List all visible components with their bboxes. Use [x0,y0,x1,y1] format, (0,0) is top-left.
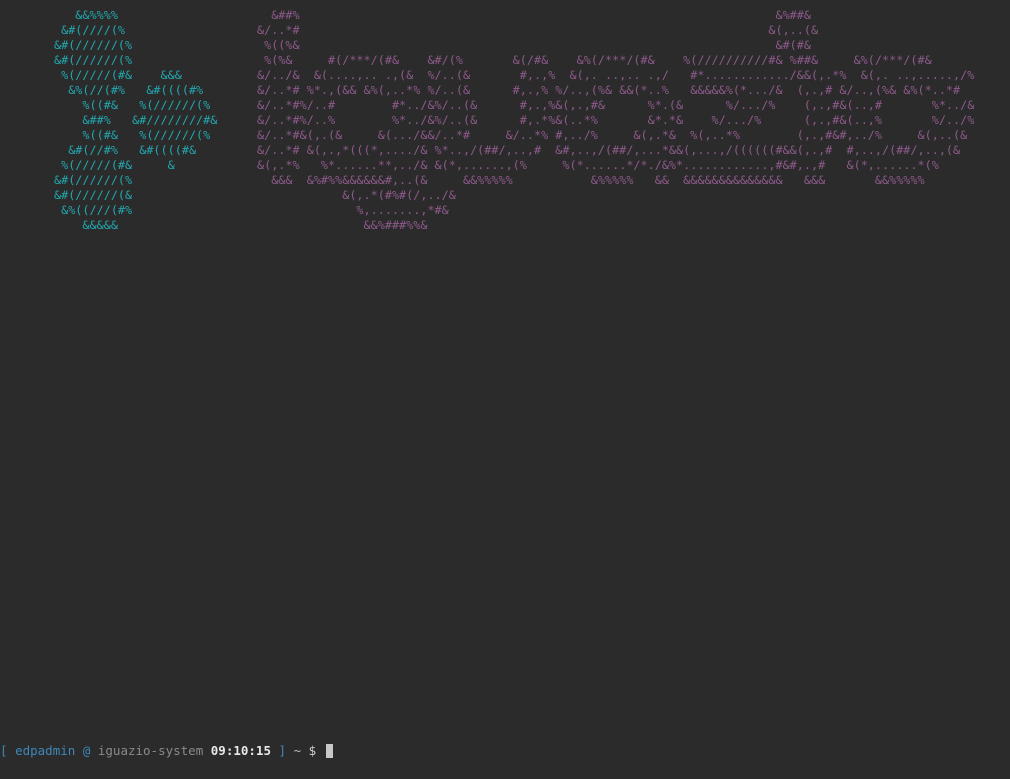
prompt-bracket-open: [ [0,743,8,758]
prompt-time: 09:10:15 [210,743,271,758]
prompt-at-sign: @ [82,743,91,758]
text-cursor[interactable] [325,744,333,758]
prompt-username: edpadmin [15,743,76,758]
terminal-window[interactable]: &&%%%% &#(////(% &#(//////(% &#(//////(%… [0,0,1010,779]
shell-prompt[interactable]: [ edpadmin @ iguazio-system 09:10:15 ] ~… [0,743,333,759]
prompt-cwd: ~ [293,743,302,758]
prompt-hostname: iguazio-system [97,743,204,758]
ascii-logo-icon: &&%%%% &#(////(% &#(//////(% &#(//////(%… [54,8,218,232]
prompt-bracket-close: ] [278,743,287,758]
prompt-symbol: $ [308,743,317,758]
ascii-wordmark: &##% &%##& &/..*# &(,..(& %((%& &#(#& %(… [257,8,975,232]
